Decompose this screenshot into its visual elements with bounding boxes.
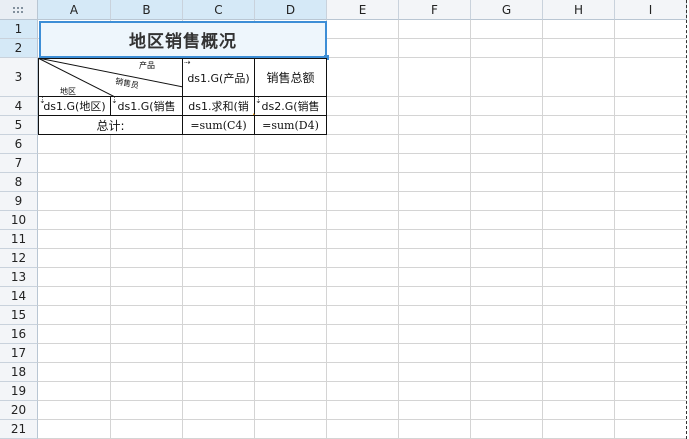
- report-title-cell[interactable]: 地区销售概况: [39, 21, 327, 58]
- grid-line: [38, 153, 686, 154]
- cell-c5-formula: =sum(C4): [190, 118, 247, 132]
- cell-d4[interactable]: ds2.G(销售: [254, 96, 327, 116]
- grid-line: [38, 381, 686, 382]
- row-header-16[interactable]: 16: [0, 325, 38, 344]
- cell-c5[interactable]: =sum(C4): [182, 115, 255, 135]
- expand-down-marker-icon: ⇣: [111, 96, 118, 105]
- column-header-b[interactable]: B: [111, 0, 183, 20]
- grid-line: [38, 343, 686, 344]
- cell-d4-text: ds2.G(销售: [261, 100, 320, 113]
- select-all-corner[interactable]: [0, 0, 38, 20]
- total-label: 总计:: [96, 118, 125, 133]
- grid-line: [38, 267, 686, 268]
- spreadsheet: A B C D E F G H I 1 2 3 4 5 6 7 8 9 10 1…: [0, 0, 689, 439]
- grid-line: [38, 191, 686, 192]
- column-header-c[interactable]: C: [183, 0, 255, 20]
- cell-b4[interactable]: ds1.G(销售: [110, 96, 183, 116]
- grid-line: [38, 324, 686, 325]
- row-header-15[interactable]: 15: [0, 306, 38, 325]
- row-header-6[interactable]: 6: [0, 135, 38, 154]
- grid-line: [38, 172, 686, 173]
- row-header-1[interactable]: 1: [0, 20, 38, 39]
- cell-d5[interactable]: =sum(D4): [254, 115, 327, 135]
- select-all-grid-icon: [12, 6, 25, 14]
- row-header-5[interactable]: 5: [0, 116, 38, 135]
- cell-d5-formula: =sum(D4): [262, 118, 319, 132]
- cell-d3[interactable]: 销售总额: [254, 58, 327, 97]
- row-header-14[interactable]: 14: [0, 287, 38, 306]
- column-header-f[interactable]: F: [399, 0, 471, 20]
- cell-c4[interactable]: ds1.求和(销: [182, 96, 255, 116]
- row-header-13[interactable]: 13: [0, 268, 38, 287]
- expand-down-marker-icon: ⇣: [255, 96, 262, 105]
- row-header-7[interactable]: 7: [0, 154, 38, 173]
- grid-line: [38, 229, 686, 230]
- page-break-line: [686, 0, 687, 439]
- column-header-i[interactable]: I: [615, 0, 687, 20]
- column-header-d[interactable]: D: [255, 0, 327, 20]
- slash-label-region: 地区: [60, 87, 76, 96]
- row-header-21[interactable]: 21: [0, 420, 38, 439]
- row-header-20[interactable]: 20: [0, 401, 38, 420]
- slash-header-cell[interactable]: 产品 销售员 地区: [38, 58, 183, 97]
- column-header-g[interactable]: G: [471, 0, 543, 20]
- grid-line: [38, 362, 686, 363]
- expand-right-marker-icon: ⇢: [184, 58, 191, 67]
- cell-c4-text: ds1.求和(销: [188, 100, 249, 113]
- grid-line: [38, 210, 686, 211]
- row-header-17[interactable]: 17: [0, 344, 38, 363]
- cell-a4[interactable]: ds1.G(地区): [38, 96, 111, 116]
- grid-line: [38, 305, 686, 306]
- column-header-h[interactable]: H: [543, 0, 615, 20]
- cell-a4-text: ds1.G(地区): [43, 100, 106, 113]
- cell-d3-text: 销售总额: [266, 71, 315, 85]
- grid-line: [38, 286, 686, 287]
- row-header-12[interactable]: 12: [0, 249, 38, 268]
- row-header-10[interactable]: 10: [0, 211, 38, 230]
- row-header-3[interactable]: 3: [0, 58, 38, 97]
- grid-line: [38, 419, 686, 420]
- cell-c3[interactable]: ds1.G(产品): [182, 58, 255, 97]
- report-title: 地区销售概况: [129, 32, 237, 52]
- cell-b4-text: ds1.G(销售: [117, 100, 176, 113]
- slash-label-product: 产品: [139, 61, 155, 70]
- column-header-a[interactable]: A: [38, 0, 111, 20]
- grid-line: [38, 400, 686, 401]
- row-header-18[interactable]: 18: [0, 363, 38, 382]
- row-header-9[interactable]: 9: [0, 192, 38, 211]
- row-header-19[interactable]: 19: [0, 382, 38, 401]
- row-header-8[interactable]: 8: [0, 173, 38, 192]
- row-header-11[interactable]: 11: [0, 230, 38, 249]
- cell-c3-text: ds1.G(产品): [187, 71, 250, 85]
- column-header-e[interactable]: E: [327, 0, 399, 20]
- expand-down-marker-icon: ⇣: [39, 96, 46, 105]
- row-header-2[interactable]: 2: [0, 39, 38, 58]
- row-header-4[interactable]: 4: [0, 97, 38, 116]
- grid-line: [38, 248, 686, 249]
- cell-a5-total[interactable]: 总计:: [38, 115, 183, 135]
